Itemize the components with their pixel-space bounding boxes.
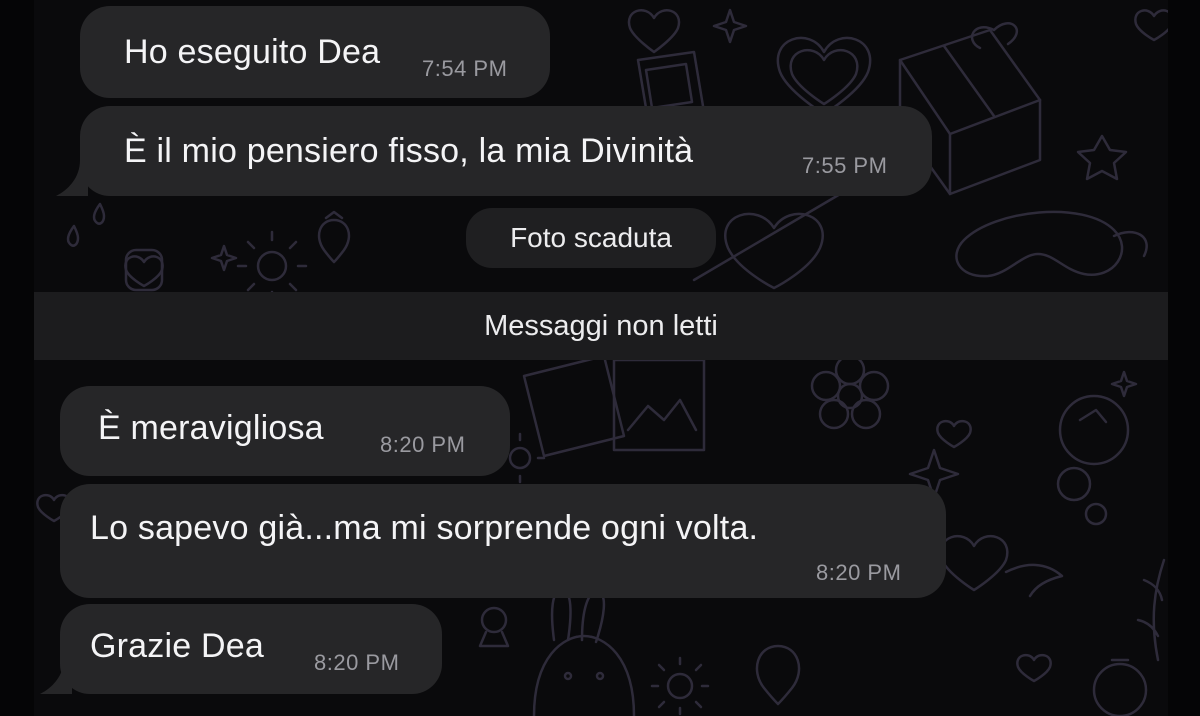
message-time: 8:20 PM: [816, 560, 902, 585]
bubble-ball-icon: [1058, 394, 1130, 466]
sparkle-icon: [712, 8, 748, 44]
bubble-tail-icon: [40, 658, 72, 694]
message-text: Grazie Dea: [90, 627, 264, 665]
message-text: È il mio pensiero fisso, la mia Divinità: [124, 132, 694, 170]
message-bubble[interactable]: Lo sapevo già...ma mi sorprende ogni vol…: [60, 484, 946, 598]
message-time: 7:55 PM: [802, 153, 888, 178]
flower-icon: [810, 354, 890, 430]
heart-icon: [936, 419, 972, 449]
bunny-icon: [532, 588, 636, 716]
bubble-ball-icon: [1056, 466, 1108, 526]
candy-icon: [478, 606, 510, 648]
message-text: È meravigliosa: [98, 409, 324, 447]
heart-icon: [776, 36, 872, 116]
message-time: 8:20 PM: [314, 650, 400, 675]
heart-icon: [124, 248, 164, 292]
water-drop-icon: [66, 202, 106, 247]
message-text: Lo sapevo già...ma mi sorprende ogni vol…: [90, 509, 759, 547]
strawberry-icon: [755, 644, 801, 706]
sparkle-icon: [908, 370, 1138, 500]
heart-icon: [1016, 653, 1052, 683]
branch-icon: [1136, 558, 1166, 662]
sleep-mask-icon: [955, 210, 1148, 278]
unread-messages-divider: Messaggi non letti: [34, 292, 1168, 360]
sparkle-icon: [210, 244, 238, 272]
stopwatch-icon: [1092, 658, 1148, 716]
message-time: 8:20 PM: [380, 432, 466, 457]
expired-photo-notice: Foto scaduta: [466, 208, 716, 268]
star-icon: [1076, 134, 1128, 181]
message-time: 7:54 PM: [422, 56, 508, 81]
heart-icon: [627, 9, 681, 54]
photo-frame-icon: [522, 354, 706, 458]
strawberry-icon: [317, 210, 351, 264]
heart-arrow-icon: [692, 178, 866, 290]
sun-icon: [650, 656, 710, 716]
message-bubble[interactable]: Ho eseguito Dea 7:54 PM: [80, 6, 550, 98]
chat-panel[interactable]: Ho eseguito Dea 7:54 PM È il mio pensier…: [34, 0, 1168, 716]
wing-heart-icon: [939, 535, 1064, 598]
sun-icon: [236, 230, 308, 302]
heart-icon: [1134, 9, 1168, 42]
message-bubble[interactable]: È meravigliosa 8:20 PM: [60, 386, 510, 476]
bubble-tail-icon: [56, 160, 88, 196]
message-bubble[interactable]: Grazie Dea 8:20 PM: [60, 604, 442, 694]
message-text: Ho eseguito Dea: [124, 33, 381, 71]
message-bubble[interactable]: È il mio pensiero fisso, la mia Divinità…: [80, 106, 932, 196]
